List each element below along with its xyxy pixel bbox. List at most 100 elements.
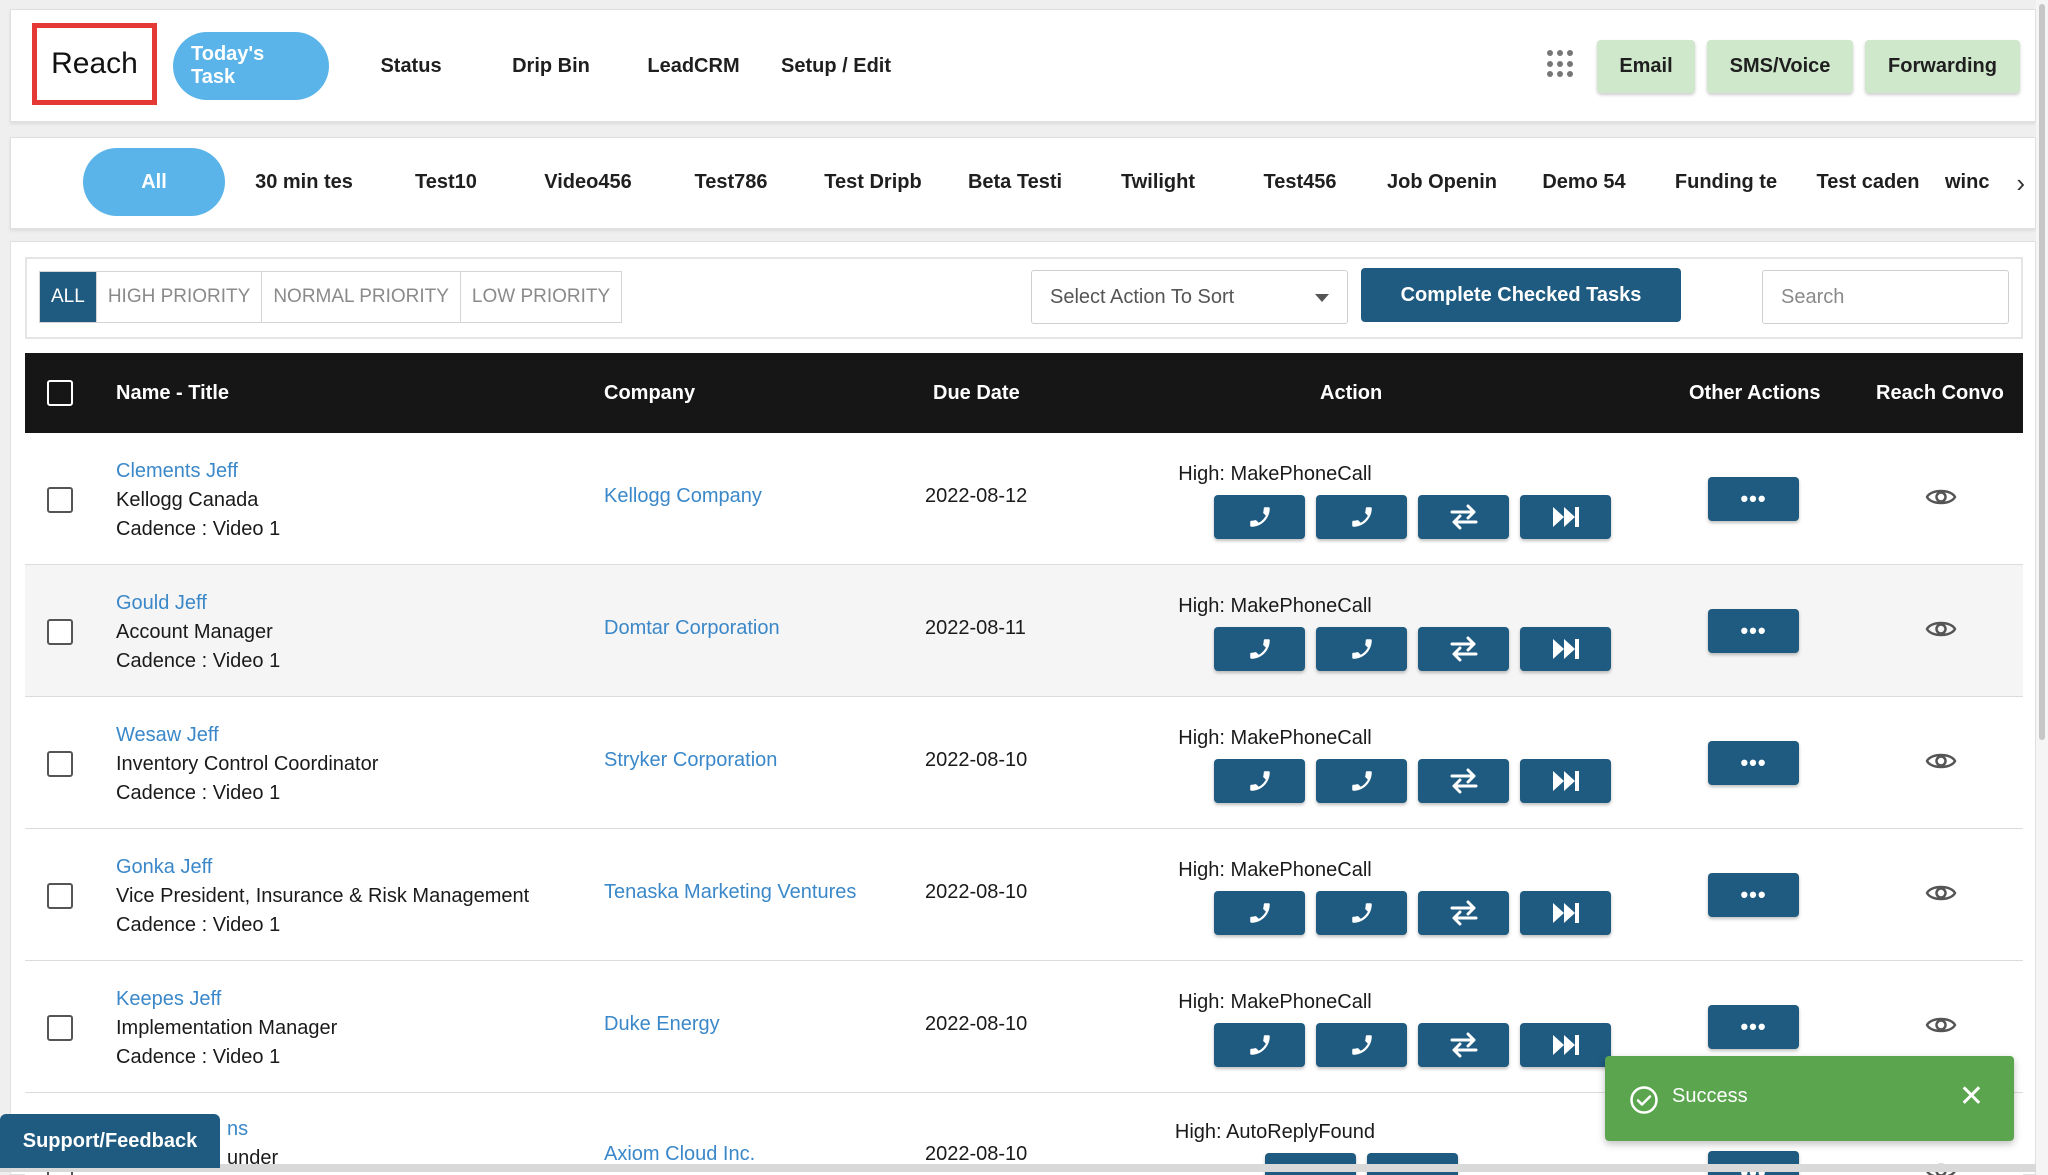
close-icon[interactable]: ✕	[1959, 1082, 1984, 1112]
company-link[interactable]: Duke Energy	[604, 1013, 720, 1036]
tab-cadence[interactable]: Test456	[1235, 148, 1365, 216]
tab-cadence[interactable]: Test Dripb	[808, 148, 938, 216]
eye-icon[interactable]	[1925, 749, 1957, 773]
call-button[interactable]	[1214, 891, 1305, 935]
sms-voice-button[interactable]: SMS/Voice	[1707, 40, 1853, 93]
company-link[interactable]: Kellogg Company	[604, 485, 762, 508]
call-button[interactable]	[1316, 495, 1407, 539]
action-label: High: MakePhoneCall	[1178, 595, 1372, 617]
contact-name-link[interactable]: Keepes Jeff	[116, 985, 337, 1014]
call-button[interactable]	[1316, 891, 1407, 935]
row-checkbox[interactable]	[47, 883, 73, 909]
contact-cadence: Cadence : Video 1	[116, 782, 281, 804]
tab-cadence[interactable]: 30 min tes	[239, 148, 369, 216]
skip-button[interactable]	[1520, 891, 1611, 935]
call-button[interactable]	[1214, 1023, 1305, 1067]
other-actions-button[interactable]: •••	[1708, 477, 1799, 521]
contact-name-link[interactable]: Clements Jeff	[116, 457, 280, 486]
row-checkbox[interactable]	[47, 751, 73, 777]
contact-name-link[interactable]: Wesaw Jeff	[116, 721, 378, 750]
apps-grid-icon[interactable]	[1547, 50, 1575, 78]
support-feedback-button[interactable]: Support/Feedback	[0, 1114, 220, 1168]
nav-drip-bin[interactable]: Drip Bin	[496, 32, 606, 100]
phone-icon	[1249, 1035, 1270, 1055]
contact-name-link[interactable]: Gould Jeff	[116, 589, 280, 618]
tab-cadence[interactable]: Test786	[666, 148, 796, 216]
company-link[interactable]: Stryker Corporation	[604, 749, 777, 772]
nav-leadcrm[interactable]: LeadCRM	[636, 32, 751, 100]
skip-button[interactable]	[1520, 759, 1611, 803]
row-checkbox[interactable]	[47, 487, 73, 513]
contact-name-link[interactable]: Gonka Jeff	[116, 853, 529, 882]
app-logo[interactable]: Reach	[32, 23, 157, 105]
search-input[interactable]	[1762, 270, 2009, 324]
table-row: Clements Jeff Kellogg Canada Cadence : V…	[25, 433, 2023, 565]
due-date: 2022-08-11	[925, 617, 1026, 639]
company-link[interactable]: Axiom Cloud Inc.	[604, 1143, 755, 1166]
scrollbar-thumb[interactable]	[2039, 4, 2045, 740]
tab-cadence[interactable]: Demo 54	[1519, 148, 1649, 216]
other-actions-button[interactable]: •••	[1708, 1005, 1799, 1049]
call-button[interactable]	[1214, 627, 1305, 671]
swap-button[interactable]	[1418, 495, 1509, 539]
other-actions-button[interactable]: •••	[1708, 741, 1799, 785]
call-button[interactable]	[1316, 1023, 1407, 1067]
chevron-right-icon[interactable]: ›	[2016, 168, 2025, 199]
call-button[interactable]	[1214, 495, 1305, 539]
eye-icon[interactable]	[1925, 617, 1957, 641]
contact-title: Account Manager	[116, 621, 273, 643]
complete-checked-tasks-button[interactable]: Complete Checked Tasks	[1361, 268, 1681, 322]
tab-cadence[interactable]: Test caden	[1803, 148, 1933, 216]
company-link[interactable]: Domtar Corporation	[604, 617, 780, 640]
call-button[interactable]	[1214, 759, 1305, 803]
toast-message: Success	[1672, 1085, 1748, 1107]
row-checkbox[interactable]	[47, 1015, 73, 1041]
horizontal-scrollbar[interactable]	[0, 1164, 2036, 1172]
forwarding-button[interactable]: Forwarding	[1865, 40, 2020, 93]
tab-cadence[interactable]: Test10	[381, 148, 511, 216]
priority-all[interactable]: ALL	[40, 272, 97, 322]
action-label: High: MakePhoneCall	[1178, 727, 1372, 749]
email-button[interactable]: Email	[1597, 40, 1695, 93]
top-navigation: Reach Today's Task Status Drip Bin LeadC…	[10, 9, 2036, 122]
other-actions-button[interactable]: •••	[1708, 873, 1799, 917]
other-actions-button[interactable]: •••	[1708, 609, 1799, 653]
swap-button[interactable]	[1418, 1023, 1509, 1067]
priority-normal[interactable]: NORMAL PRIORITY	[262, 272, 461, 322]
sort-action-select[interactable]: Select Action To Sort	[1031, 270, 1348, 324]
tab-cadence[interactable]: Beta Testi	[950, 148, 1080, 216]
phone-icon	[1351, 1035, 1372, 1055]
skip-button[interactable]	[1520, 627, 1611, 671]
nav-setup-edit[interactable]: Setup / Edit	[771, 32, 901, 100]
swap-button[interactable]	[1418, 627, 1509, 671]
skip-button[interactable]	[1520, 1023, 1611, 1067]
phone-icon	[1351, 507, 1372, 527]
swap-button[interactable]	[1418, 891, 1509, 935]
task-panel: ALL HIGH PRIORITY NORMAL PRIORITY LOW PR…	[10, 241, 2036, 1175]
tab-cadence[interactable]: Video456	[523, 148, 653, 216]
skip-forward-icon	[1552, 903, 1579, 923]
action-label: High: MakePhoneCall	[1178, 991, 1372, 1013]
tab-cadence[interactable]: Funding te	[1661, 148, 1791, 216]
skip-button[interactable]	[1520, 495, 1611, 539]
tab-cadence[interactable]: Job Openin	[1377, 148, 1507, 216]
vertical-scrollbar[interactable]	[2036, 0, 2048, 1175]
tab-cadence[interactable]: Twilight	[1093, 148, 1223, 216]
call-button[interactable]	[1316, 627, 1407, 671]
call-button[interactable]	[1316, 759, 1407, 803]
nav-todays-task[interactable]: Today's Task	[173, 32, 329, 100]
column-due-date: Due Date	[933, 381, 1020, 404]
row-checkbox[interactable]	[47, 619, 73, 645]
nav-status[interactable]: Status	[356, 32, 466, 100]
table-row: Gould Jeff Account Manager Cadence : Vid…	[25, 565, 2023, 697]
priority-low[interactable]: LOW PRIORITY	[461, 272, 621, 322]
eye-icon[interactable]	[1925, 1013, 1957, 1037]
tab-all[interactable]: All	[83, 148, 225, 216]
eye-icon[interactable]	[1925, 881, 1957, 905]
swap-button[interactable]	[1418, 759, 1509, 803]
tab-cadence[interactable]: winc	[1945, 148, 1997, 216]
company-link[interactable]: Tenaska Marketing Ventures	[604, 881, 856, 904]
priority-high[interactable]: HIGH PRIORITY	[97, 272, 263, 322]
eye-icon[interactable]	[1925, 485, 1957, 509]
select-all-checkbox[interactable]	[47, 380, 73, 406]
